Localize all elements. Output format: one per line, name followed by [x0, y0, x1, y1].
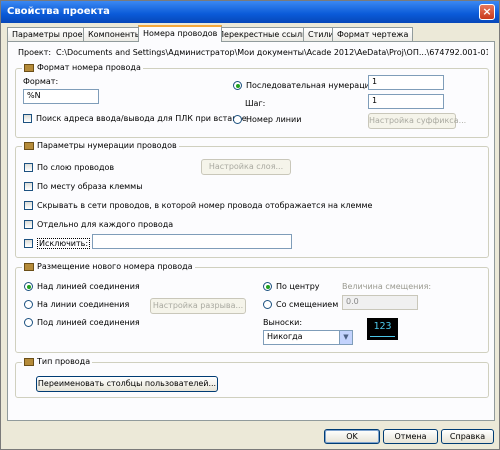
inline-radio[interactable]: На линии соединения	[24, 300, 129, 309]
checkbox-box[interactable]	[24, 182, 33, 191]
step-input[interactable]: 1	[368, 94, 444, 109]
centered-radio[interactable]: По центру	[263, 282, 320, 291]
tab-drawing-format[interactable]: Формат чертежа	[332, 27, 414, 41]
title-bar: Свойства проекта ×	[1, 1, 499, 23]
above-line-radio[interactable]: Над линией соединения	[24, 282, 140, 291]
sequential-start-input[interactable]: 1	[368, 75, 444, 90]
exclude-input[interactable]	[92, 234, 292, 249]
by-terminal-checkbox[interactable]: По месту образа клеммы	[24, 182, 143, 191]
placement-legend: Размещение нового номера провода	[22, 262, 195, 271]
chevron-down-icon[interactable]: ▼	[339, 331, 352, 344]
group-icon	[24, 141, 34, 150]
exclude-checkbox[interactable]: Исключить:	[24, 238, 91, 249]
wire-type-group: Тип провода Переименовать столбцы пользо…	[15, 357, 489, 398]
radio-button[interactable]	[233, 81, 242, 90]
tab-page-wire-numbers: Проект: C:\Documents and Settings\Админи…	[7, 41, 495, 421]
radio-button[interactable]	[263, 300, 272, 309]
by-layer-checkbox[interactable]: По слою проводов	[24, 163, 114, 172]
project-path: C:\Documents and Settings\Администратор\…	[56, 48, 488, 57]
group-icon	[24, 262, 34, 271]
tab-wire-numbers[interactable]: Номера проводов	[138, 25, 223, 42]
each-wire-checkbox[interactable]: Отдельно для каждого провода	[24, 220, 173, 229]
wire-type-legend: Тип провода	[22, 357, 93, 366]
group-icon	[24, 357, 34, 366]
wire-format-legend: Формат номера провода	[22, 63, 143, 72]
radio-button[interactable]	[233, 115, 242, 124]
rename-user-columns-button[interactable]: Переименовать столбцы пользователей...	[36, 376, 218, 392]
radio-button[interactable]	[24, 282, 33, 291]
break-setup-button[interactable]: Настройка разрыва...	[150, 298, 246, 314]
offset-radio[interactable]: Со смещением	[263, 300, 338, 309]
checkbox-box[interactable]	[24, 239, 33, 248]
close-icon[interactable]: ×	[479, 4, 495, 20]
project-label: Проект:	[18, 48, 52, 57]
hide-on-terminal-checkbox[interactable]: Скрывать в сети проводов, в которой номе…	[24, 201, 372, 210]
radio-button[interactable]	[24, 318, 33, 327]
wire-number-preview: 123	[367, 318, 398, 340]
placement-group: Размещение нового номера провода Над лин…	[15, 262, 489, 353]
numbering-options-legend: Параметры нумерации проводов	[22, 141, 179, 150]
line-number-radio[interactable]: Номер линии	[233, 115, 301, 124]
radio-button[interactable]	[24, 300, 33, 309]
sequential-radio[interactable]: Последовательная нумерация:	[233, 81, 377, 90]
format-label: Формат:	[23, 77, 59, 86]
cancel-button[interactable]: Отмена	[383, 429, 438, 444]
layer-setup-button[interactable]: Настройка слоя...	[201, 159, 291, 175]
io-search-checkbox[interactable]: Поиск адреса ввода/вывода для ПЛК при вс…	[23, 114, 247, 123]
leaders-label: Выноски:	[263, 318, 303, 327]
project-properties-dialog: Свойства проекта × Параметры проекта Ком…	[0, 0, 500, 450]
tab-components[interactable]: Компоненты	[83, 27, 147, 41]
numbering-options-group: Параметры нумерации проводов По слою про…	[15, 141, 489, 258]
step-label: Шаг:	[245, 99, 266, 108]
offset-value-label: Величина смещения:	[342, 282, 432, 291]
group-icon	[24, 63, 34, 72]
checkbox-box[interactable]	[24, 163, 33, 172]
offset-value-input[interactable]: 0.0	[342, 295, 418, 310]
radio-button[interactable]	[263, 282, 272, 291]
window-title: Свойства проекта	[7, 6, 110, 17]
below-line-radio[interactable]: Под линией соединения	[24, 318, 140, 327]
wire-format-group: Формат номера провода Формат: %N Поиск а…	[15, 63, 489, 138]
checkbox-box[interactable]	[23, 114, 32, 123]
checkbox-box[interactable]	[24, 201, 33, 210]
ok-button[interactable]: OK	[324, 429, 380, 444]
tab-cross-references[interactable]: Перекрестные ссылки	[213, 27, 318, 41]
leaders-select[interactable]: Никогда ▼	[263, 330, 353, 345]
help-button[interactable]: Справка	[441, 429, 494, 444]
format-input[interactable]: %N	[23, 89, 99, 104]
checkbox-box[interactable]	[24, 220, 33, 229]
suffix-setup-button[interactable]: Настройка суффикса...	[368, 113, 466, 129]
